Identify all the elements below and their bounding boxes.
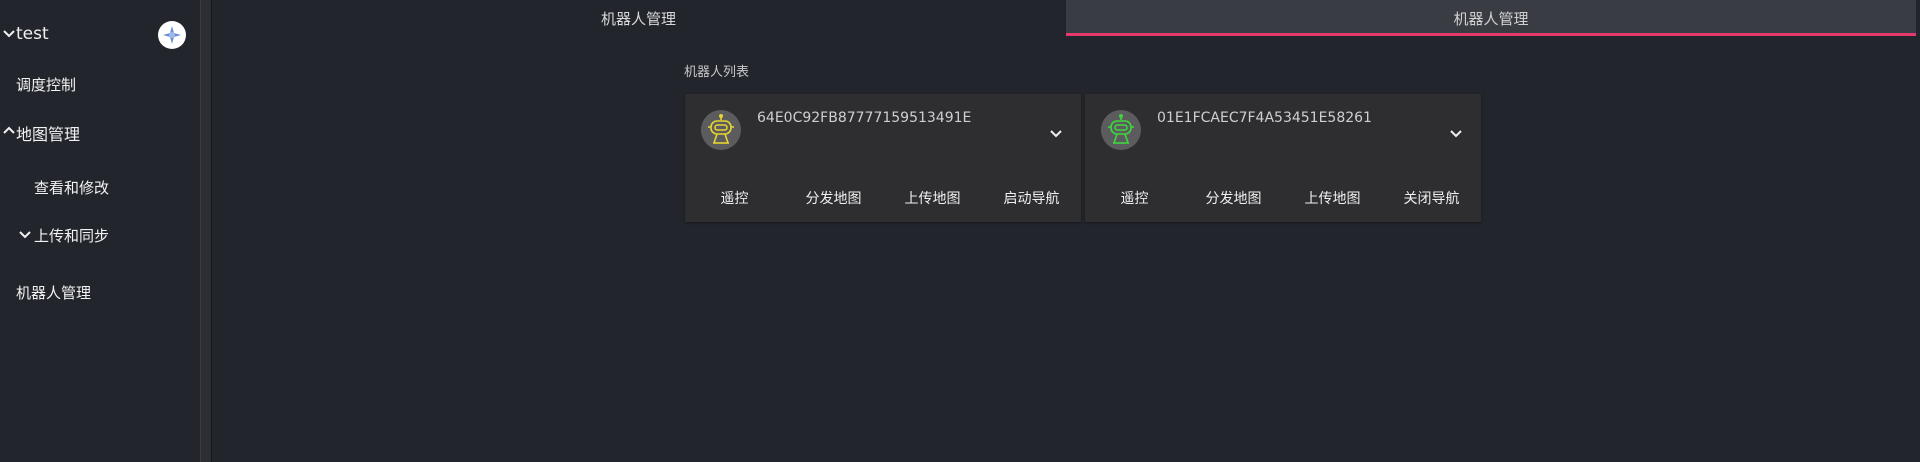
robot-icon	[708, 113, 734, 144]
sidebar-divider[interactable]	[200, 0, 212, 462]
user-avatar-icon	[163, 26, 181, 44]
sidebar-item-dispatch-control[interactable]: 调度控制	[16, 74, 76, 95]
sidebar-item-view-edit[interactable]: 查看和修改	[34, 177, 109, 198]
robot-actions: 遥控 分发地图 上传地图 关闭导航	[1085, 188, 1481, 208]
sidebar-item-upload-sync[interactable]: 上传和同步	[34, 225, 109, 246]
robot-id: 64E0C92FB87777159513491E	[757, 110, 972, 126]
sidebar-item-robot-management[interactable]: 机器人管理	[16, 282, 91, 303]
robot-card: 01E1FCAEC7F4A53451E58261 遥控 分发地图 上传地图 关闭…	[1085, 94, 1481, 222]
chevron-down-icon[interactable]	[18, 228, 34, 244]
stop-navigation-button[interactable]: 关闭导航	[1382, 188, 1481, 208]
active-tab-indicator	[1066, 33, 1916, 36]
robot-avatar	[701, 110, 741, 150]
sidebar: test 调度控制 地图管理 查看和修改 上传和同步 机器人管理	[0, 0, 200, 462]
sidebar-item-map-management[interactable]: 地图管理	[16, 121, 80, 145]
avatar[interactable]	[158, 21, 186, 49]
robot-card: 64E0C92FB87777159513491E 遥控 分发地图 上传地图 启动…	[685, 94, 1081, 222]
remote-control-button[interactable]: 遥控	[1085, 188, 1184, 208]
chevron-down-icon[interactable]	[1047, 124, 1065, 142]
chevron-down-icon[interactable]	[1447, 124, 1465, 142]
robot-actions: 遥控 分发地图 上传地图 启动导航	[685, 188, 1081, 208]
upload-map-button[interactable]: 上传地图	[1283, 188, 1382, 208]
tab-robot-management-1[interactable]: 机器人管理	[212, 0, 1065, 36]
user-name: test	[16, 24, 49, 44]
distribute-map-button[interactable]: 分发地图	[784, 188, 883, 208]
remote-control-button[interactable]: 遥控	[685, 188, 784, 208]
distribute-map-button[interactable]: 分发地图	[1184, 188, 1283, 208]
tab-robot-management-2[interactable]: 机器人管理	[1066, 0, 1916, 36]
start-navigation-button[interactable]: 启动导航	[982, 188, 1081, 208]
robot-avatar	[1101, 110, 1141, 150]
section-title: 机器人列表	[684, 65, 750, 80]
robot-id: 01E1FCAEC7F4A53451E58261	[1157, 110, 1372, 126]
upload-map-button[interactable]: 上传地图	[883, 188, 982, 208]
robot-icon	[1108, 113, 1134, 144]
